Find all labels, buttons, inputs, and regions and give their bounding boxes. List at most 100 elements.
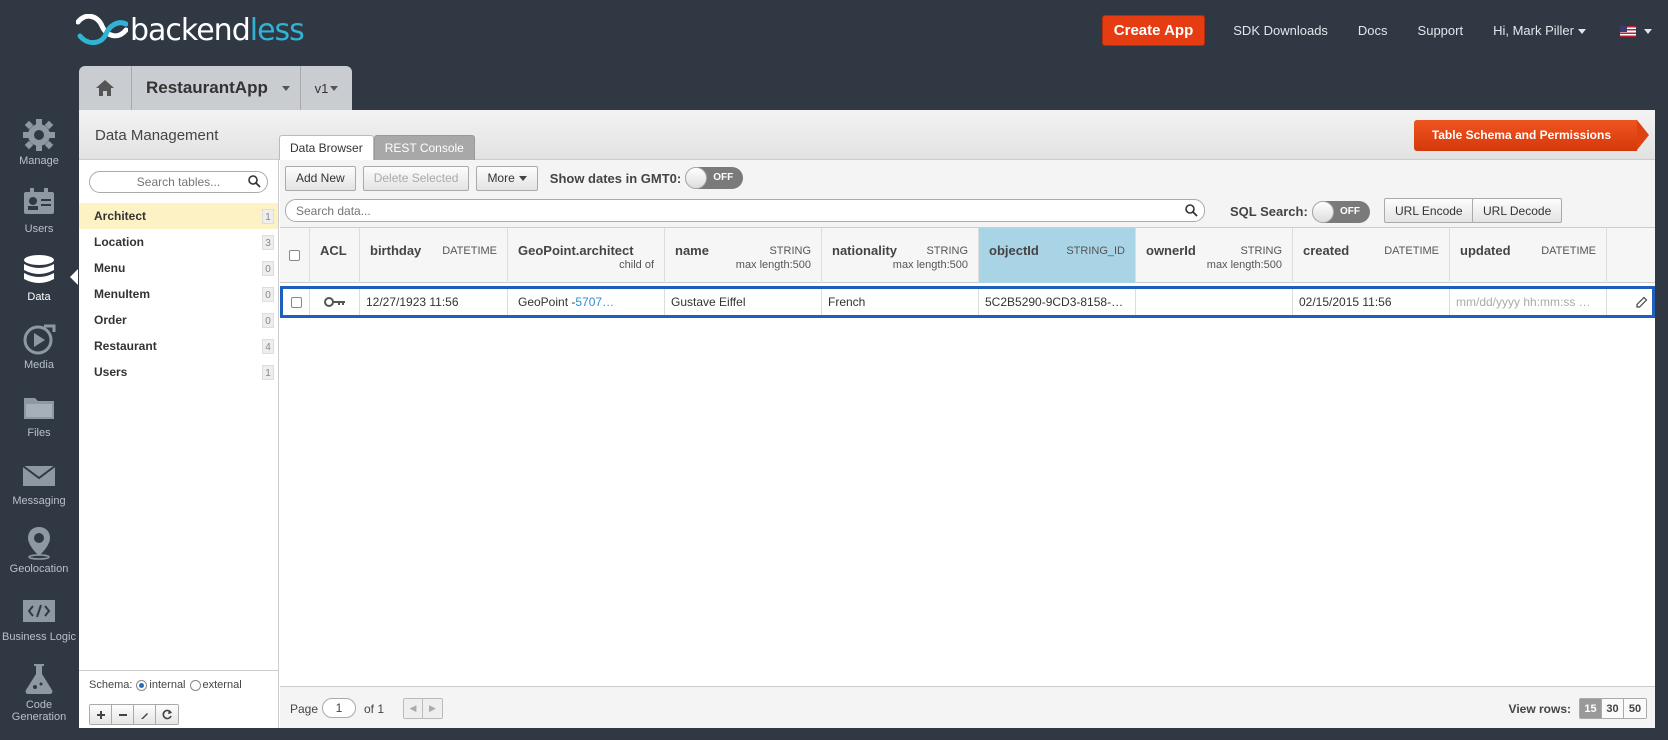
search-data-input[interactable] [286,200,1166,221]
schema-controls: Schema: internal external [79,670,279,728]
home-button[interactable] [79,66,132,110]
rows-15-button[interactable]: 15 [1580,699,1602,718]
schema-external-radio[interactable] [189,679,201,691]
column-header-name[interactable]: name STRING max length:500 [665,228,822,283]
tab-rest-console[interactable]: REST Console [373,135,475,160]
data-browser: Add New Delete Selected More Show dates … [280,160,1655,728]
ownerid-cell[interactable] [1136,289,1293,315]
table-row[interactable]: 12/27/1923 11:56 GeoPoint - 5707… Gustav… [280,286,1655,318]
table-item-users[interactable]: Users 1 [79,359,278,385]
nav-business-logic[interactable]: Business Logic [0,594,78,662]
edit-table-button[interactable] [134,705,156,724]
prev-page-icon[interactable]: ◀ [404,699,423,718]
sql-search-toggle[interactable]: OFF [1312,201,1370,223]
more-button[interactable]: More [476,165,538,191]
add-table-button[interactable] [90,705,112,724]
search-tables-input[interactable] [90,172,267,192]
schema-internal-radio[interactable] [136,679,148,691]
us-flag-icon [1620,25,1636,37]
name-cell[interactable]: Gustave Eiffel [665,289,822,315]
row-actions-cell [1607,289,1652,315]
column-name: nationality [832,243,898,258]
table-schema-permissions-button[interactable]: Table Schema and Permissions [1413,120,1650,151]
data-toolbar: Add New Delete Selected More Show dates … [280,160,1655,196]
nav-messaging[interactable]: Messaging [0,458,78,526]
birthday-cell[interactable]: 12/27/1923 11:56 [360,289,508,315]
refresh-tables-button[interactable] [156,705,178,724]
nav-geolocation[interactable]: Geolocation [0,526,78,594]
refresh-icon [162,709,172,720]
acl-cell[interactable] [310,289,360,315]
code-icon [23,600,55,622]
app-selector[interactable]: RestaurantApp [132,66,301,110]
nav-manage[interactable]: Manage [0,118,78,186]
column-type: DATETIME [1541,245,1596,257]
geopoint-cell[interactable]: GeoPoint - 5707… [508,289,665,315]
schema-options: Schema: internal external [89,679,242,691]
table-item-count: 1 [262,208,274,224]
support-link[interactable]: Support [1418,23,1464,38]
column-name: GeoPoint.architect [518,243,634,258]
column-header-geopoint-architect[interactable]: GeoPoint.architect child of [508,228,665,283]
edit-pencil-icon[interactable] [1635,296,1648,309]
toggle-state: OFF [713,172,734,183]
updated-cell[interactable]: mm/dd/yyyy hh:mm:ss … [1450,289,1607,315]
objectid-cell[interactable]: 5C2B5290-9CD3-8158-… [979,289,1136,315]
user-menu[interactable]: Hi, Mark Piller [1493,23,1586,38]
add-new-button[interactable]: Add New [285,165,356,191]
table-item-menu[interactable]: Menu 0 [79,255,278,281]
column-header-nationality[interactable]: nationality STRING max length:500 [822,228,979,283]
column-header-ownerid[interactable]: ownerId STRING max length:500 [1136,228,1293,283]
docs-link[interactable]: Docs [1358,23,1388,38]
table-item-restaurant[interactable]: Restaurant 4 [79,333,278,359]
backendless-logo[interactable]: backendless [76,13,305,48]
rows-50-button[interactable]: 50 [1624,699,1646,718]
gmt-toggle[interactable]: OFF [685,167,744,189]
url-encode-button[interactable]: URL Encode [1384,198,1474,223]
nav-code-generation[interactable]: Code Generation [0,662,78,730]
create-app-button[interactable]: Create App [1101,14,1206,46]
chevron-down-icon [518,175,527,181]
table-item-order[interactable]: Order 0 [79,307,278,333]
table-item-menuitem[interactable]: MenuItem 0 [79,281,278,307]
column-header-acl[interactable]: ACL [310,228,360,283]
column-sub: max length:500 [735,259,811,271]
chevron-down-icon [1644,28,1652,34]
nav-files[interactable]: Files [0,390,78,458]
gmt-label: Show dates in GMT0: [549,170,682,186]
search-icon[interactable] [1185,204,1198,217]
next-page-icon[interactable]: ▶ [423,699,442,718]
table-item-label: Architect [94,209,147,223]
column-header-created[interactable]: created DATETIME [1293,228,1450,283]
nav-media[interactable]: Media [0,322,78,390]
column-header-birthday[interactable]: birthday DATETIME [360,228,508,283]
nav-media-label: Media [24,359,54,371]
rows-30-button[interactable]: 30 [1602,699,1624,718]
nav-users[interactable]: Users [0,186,78,254]
remove-table-button[interactable] [112,705,134,724]
column-header-objectid[interactable]: objectId STRING_ID [979,228,1136,283]
geopoint-link[interactable]: 5707… [575,295,614,309]
row-select-cell [283,289,310,315]
version-selector[interactable]: v1 [301,66,352,110]
search-icon[interactable] [248,175,261,188]
table-item-location[interactable]: Location 3 [79,229,278,255]
panel-header: Data Management Data Browser REST Consol… [79,110,1655,160]
delete-selected-button[interactable]: Delete Selected [362,165,470,191]
sdk-downloads-link[interactable]: SDK Downloads [1233,23,1328,38]
row-checkbox[interactable] [290,296,302,308]
created-cell[interactable]: 02/15/2015 11:56 [1293,289,1450,315]
language-menu[interactable] [1620,23,1652,38]
page-number-input[interactable]: 1 [322,698,356,718]
select-all-checkbox[interactable] [289,250,300,261]
nationality-cell[interactable]: French [822,289,979,315]
top-navigation: Create App SDK Downloads Docs Support Hi… [1101,14,1668,46]
tab-data-browser[interactable]: Data Browser [279,135,374,160]
url-decode-button[interactable]: URL Decode [1472,198,1563,223]
column-header-updated[interactable]: updated DATETIME [1450,228,1607,283]
table-item-architect[interactable]: Architect 1 [79,203,278,229]
page-navigation: ◀ ▶ [403,698,443,719]
view-rows-selector: 15 30 50 [1579,698,1647,719]
nav-data[interactable]: Data [0,254,78,322]
table-item-label: MenuItem [94,287,151,301]
